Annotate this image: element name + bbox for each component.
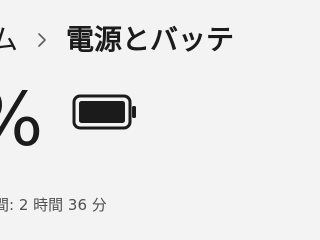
battery-full-icon bbox=[72, 94, 136, 130]
battery-percentage: % bbox=[0, 78, 43, 162]
battery-fill-level bbox=[79, 101, 125, 123]
power-battery-settings-page: ム 電源とバッテ % 間: 2 時間 36 分 bbox=[0, 0, 240, 240]
battery-time-remaining: 間: 2 時間 36 分 bbox=[0, 196, 107, 214]
page-title: 電源とバッテ bbox=[66, 23, 235, 56]
chevron-right-icon bbox=[38, 33, 46, 47]
breadcrumb-parent-link[interactable]: ム bbox=[0, 20, 18, 60]
